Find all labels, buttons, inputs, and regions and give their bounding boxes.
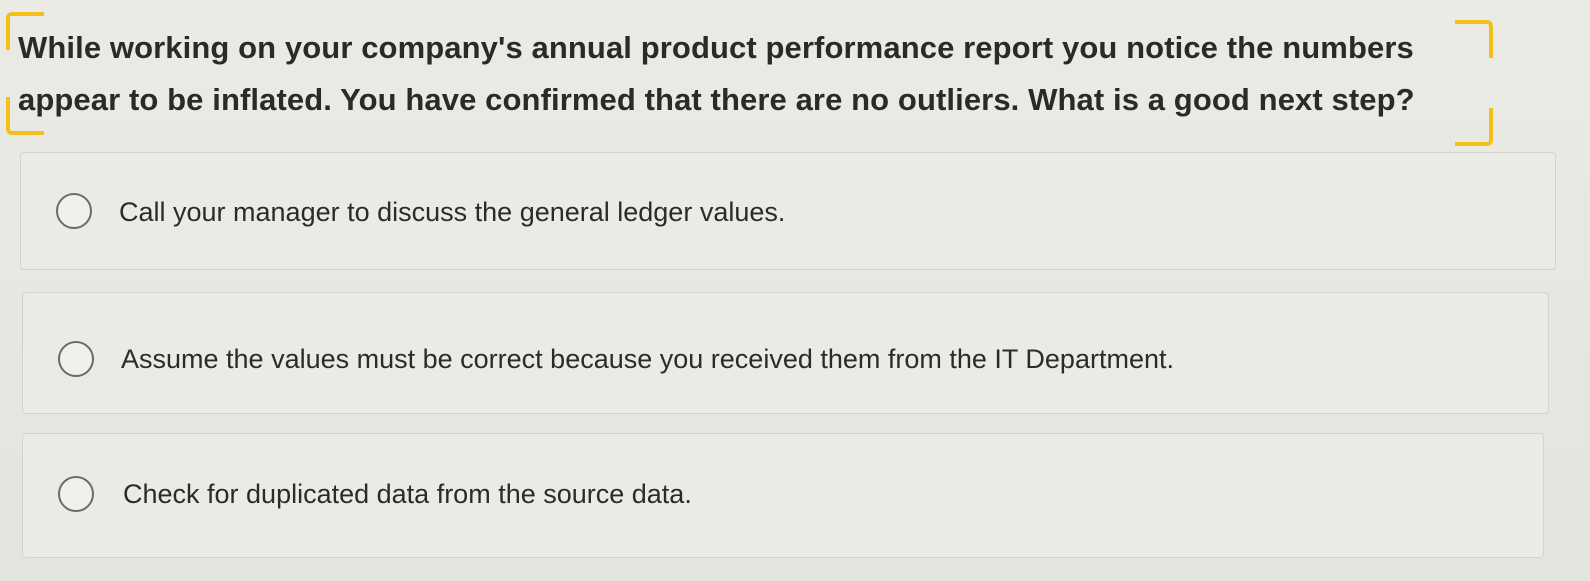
answer-option-3[interactable]: Check for duplicated data from the sourc… <box>22 433 1544 558</box>
question-prompt: While working on your company's annual p… <box>18 22 1498 126</box>
quiz-question-panel: While working on your company's annual p… <box>0 0 1590 581</box>
radio-button-icon[interactable] <box>58 476 94 512</box>
answer-option-label: Assume the values must be correct becaus… <box>121 344 1174 374</box>
radio-button-icon[interactable] <box>58 341 94 377</box>
answer-option-2[interactable]: Assume the values must be correct becaus… <box>22 292 1549 414</box>
radio-button-icon[interactable] <box>56 193 92 229</box>
answer-option-label: Check for duplicated data from the sourc… <box>123 479 692 509</box>
question-line-1: While working on your company's annual p… <box>18 30 1414 65</box>
answer-option-1[interactable]: Call your manager to discuss the general… <box>20 152 1556 270</box>
answer-option-label: Call your manager to discuss the general… <box>119 197 786 227</box>
question-line-2: appear to be inflated. You have confirme… <box>18 82 1415 117</box>
